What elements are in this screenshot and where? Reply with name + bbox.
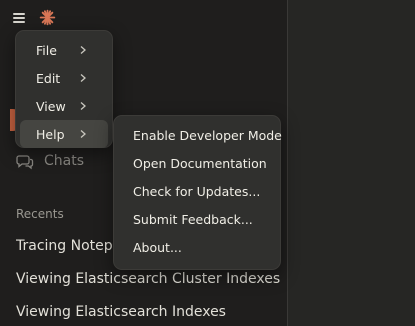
recents-heading: Recents bbox=[16, 207, 64, 221]
chevron-right-icon bbox=[80, 74, 86, 82]
main-content-area bbox=[288, 0, 415, 326]
check-for-updates-item[interactable]: Check for Updates... bbox=[114, 177, 280, 205]
hamburger-menu-icon[interactable] bbox=[12, 10, 28, 26]
menu-item-label: Edit bbox=[36, 70, 61, 86]
recent-chat-item[interactable]: Viewing Elasticsearch Indexes bbox=[16, 304, 286, 320]
app-window: Chats Recents Tracing Notepad Viewing El… bbox=[0, 0, 415, 326]
enable-developer-mode-item[interactable]: Enable Developer Mode bbox=[114, 121, 282, 149]
chevron-right-icon bbox=[80, 130, 86, 138]
menu-item-help[interactable]: Help bbox=[20, 120, 108, 148]
help-submenu: Enable Developer Mode Open Documentation… bbox=[113, 115, 282, 270]
recent-chat-item[interactable]: Viewing Elasticsearch Cluster Indexes bbox=[16, 271, 286, 287]
about-item[interactable]: About... bbox=[114, 233, 280, 261]
chevron-right-icon bbox=[80, 102, 86, 110]
chevron-right-icon bbox=[80, 46, 86, 54]
sidebar-item-chats-label: Chats bbox=[44, 153, 85, 169]
open-documentation-item[interactable]: Open Documentation bbox=[114, 149, 280, 177]
menu-item-file[interactable]: File bbox=[20, 36, 108, 64]
menu-item-label: Help bbox=[36, 126, 65, 142]
sidebar-item-chats[interactable]: Chats bbox=[16, 149, 84, 173]
submit-feedback-item[interactable]: Submit Feedback... bbox=[114, 205, 280, 233]
menu-item-label: View bbox=[36, 98, 66, 114]
menu-item-label: File bbox=[36, 42, 57, 58]
app-menu: File Edit View Help bbox=[15, 30, 113, 148]
menu-item-edit[interactable]: Edit bbox=[20, 64, 108, 92]
chat-bubbles-icon bbox=[16, 155, 34, 170]
claude-logo-icon bbox=[39, 9, 56, 26]
menu-item-view[interactable]: View bbox=[20, 92, 108, 120]
